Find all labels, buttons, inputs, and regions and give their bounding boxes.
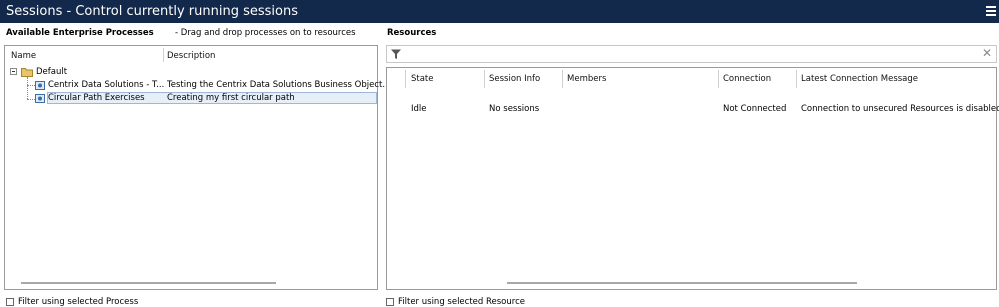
- drag-drop-hint: - Drag and drop processes on to resource…: [175, 28, 356, 38]
- column-header-name[interactable]: Name: [11, 51, 36, 61]
- column-divider[interactable]: [718, 70, 719, 88]
- column-header-session-info[interactable]: Session Info: [489, 74, 540, 84]
- hamburger-menu-icon[interactable]: [986, 6, 996, 17]
- column-header-members[interactable]: Members: [567, 74, 606, 84]
- filter-icon[interactable]: [391, 49, 401, 60]
- column-header-latest-message[interactable]: Latest Connection Message: [801, 74, 918, 84]
- horizontal-scrollbar[interactable]: [507, 282, 857, 284]
- clear-filter-icon[interactable]: ✕: [982, 46, 992, 60]
- process-icon: [35, 81, 45, 90]
- resource-latest-message[interactable]: Connection to unsecured Resources is dis…: [801, 104, 999, 114]
- column-divider[interactable]: [562, 70, 563, 88]
- tree-item-name[interactable]: Centrix Data Solutions - T...: [48, 80, 164, 90]
- resource-session-info[interactable]: No sessions: [489, 104, 539, 114]
- tree-connector: [27, 85, 35, 86]
- filter-resource-checkbox[interactable]: [386, 298, 394, 306]
- window-title: Sessions - Control currently running ses…: [6, 4, 298, 19]
- resource-connection[interactable]: Not Connected: [723, 104, 786, 114]
- column-divider[interactable]: [405, 70, 406, 88]
- tree-item-description: Testing the Centrix Data Solutions Busin…: [167, 80, 386, 90]
- tree-item-description: Creating my first circular path: [167, 93, 295, 103]
- filter-resource-label[interactable]: Filter using selected Resource: [398, 297, 525, 307]
- tree-group-default[interactable]: Default: [36, 67, 67, 77]
- column-header-state[interactable]: State: [411, 74, 434, 84]
- column-header-description[interactable]: Description: [167, 51, 215, 61]
- horizontal-scrollbar[interactable]: [21, 282, 276, 284]
- window-titlebar: Sessions - Control currently running ses…: [0, 0, 999, 23]
- process-icon: [35, 94, 45, 103]
- folder-icon: [21, 68, 33, 77]
- tree-item-name[interactable]: Circular Path Exercises: [48, 93, 145, 103]
- tree-connector: [27, 99, 35, 100]
- tree-connector: [27, 77, 28, 99]
- resources-grid-panel[interactable]: State Session Info Members Connection La…: [386, 67, 999, 290]
- column-header-connection[interactable]: Connection: [723, 74, 771, 84]
- resources-heading: Resources: [387, 28, 437, 38]
- column-divider[interactable]: [163, 48, 164, 62]
- column-divider[interactable]: [796, 70, 797, 88]
- column-divider[interactable]: [484, 70, 485, 88]
- filter-process-label[interactable]: Filter using selected Process: [18, 297, 138, 307]
- filter-process-checkbox[interactable]: [6, 298, 14, 306]
- resource-filter-bar[interactable]: ✕: [386, 45, 997, 63]
- available-processes-heading: Available Enterprise Processes: [6, 28, 154, 38]
- collapse-toggle-icon[interactable]: [10, 68, 17, 75]
- resource-state[interactable]: Idle: [411, 104, 427, 114]
- process-tree-panel[interactable]: Name Description Default Centrix Data So…: [4, 45, 385, 290]
